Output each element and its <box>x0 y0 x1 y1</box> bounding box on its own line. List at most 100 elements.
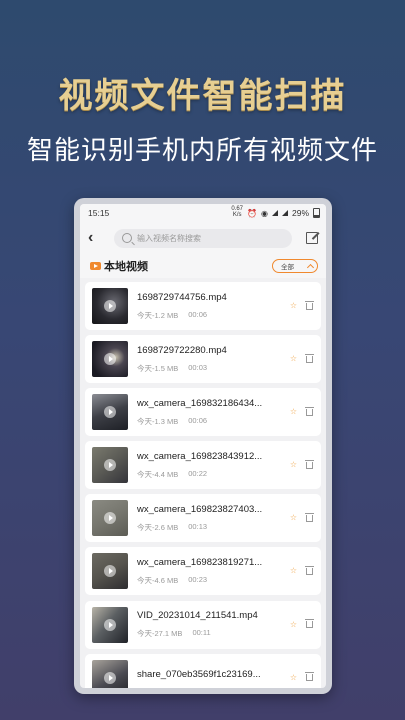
video-name: share_070eb3569f1c23169... <box>137 668 261 680</box>
video-size: 今天-4.4 MB <box>137 469 179 479</box>
video-duration: 00:11 <box>192 628 211 638</box>
promo-subtitle: 智能识别手机内所有视频文件 <box>26 135 378 165</box>
play-icon <box>104 512 116 525</box>
play-icon <box>104 353 116 366</box>
video-size: 今天-27.1 MB <box>137 629 183 639</box>
battery-level: 29% <box>291 208 309 218</box>
promo-title: 视频文件智能扫描 <box>58 76 347 116</box>
edit-icon[interactable] <box>306 232 318 244</box>
video-size: 今天-2.6 MB <box>137 522 179 532</box>
video-thumbnail[interactable] <box>92 447 128 484</box>
play-icon <box>104 459 116 472</box>
app-screen: 15:15 0.67 K/s ⏰ ◉ 29% ‹ 输入视频名称搜索 本地视频 全… <box>80 204 326 688</box>
video-size: 今天-1.3 MB <box>137 416 179 426</box>
video-thumbnail[interactable] <box>92 341 128 378</box>
video-name: wx_camera_169823843912... <box>137 450 263 462</box>
signal-icon <box>271 210 278 216</box>
video-actions: ☆ <box>290 672 314 682</box>
video-duration: 00:06 <box>188 309 208 319</box>
video-thumbnail[interactable] <box>92 288 128 324</box>
signal-icon-2 <box>281 210 288 216</box>
video-name: 1698729744756.mp4 <box>137 291 227 303</box>
video-info: 1698729744756.mp4 今天-1.2 MB 00:06 <box>137 292 284 321</box>
video-info: share_070eb3569f1c23169... <box>137 669 284 687</box>
video-thumbnail[interactable] <box>92 659 128 688</box>
video-actions: ☆ <box>290 512 314 522</box>
video-list: 1698729744756.mp4 今天-1.2 MB 00:06 ☆ 16987… <box>80 278 326 688</box>
star-icon[interactable]: ☆ <box>290 408 297 416</box>
wifi-icon: ◉ <box>261 208 268 218</box>
video-meta: 今天-4.4 MB 00:22 <box>137 469 284 480</box>
battery-icon <box>313 208 320 218</box>
trash-icon[interactable] <box>305 300 314 310</box>
filter-label: 全部 <box>281 264 294 271</box>
video-item[interactable]: VID_20231014_211541.mp4 今天-27.1 MB 00:11 … <box>85 600 321 649</box>
video-thumbnail[interactable] <box>92 500 128 537</box>
video-item[interactable]: wx_camera_169832186434... 今天-1.3 MB 00:06… <box>85 388 321 437</box>
video-item[interactable]: share_070eb3569f1c23169... ☆ <box>85 653 321 688</box>
video-size: 今天-1.2 MB <box>137 310 179 320</box>
video-actions: ☆ <box>290 300 314 310</box>
search-icon <box>122 233 132 243</box>
star-icon[interactable]: ☆ <box>290 673 297 682</box>
video-name: VID_20231014_211541.mp4 <box>137 610 258 622</box>
video-icon <box>90 262 101 270</box>
video-info: wx_camera_169823843912... 今天-4.4 MB 00:22 <box>137 451 284 480</box>
trash-icon[interactable] <box>305 459 314 469</box>
video-item[interactable]: wx_camera_169823819271... 今天-4.6 MB 00:23… <box>85 547 321 596</box>
video-name: wx_camera_169823819271... <box>137 556 263 568</box>
trash-icon[interactable] <box>305 672 314 682</box>
star-icon[interactable]: ☆ <box>290 620 297 629</box>
video-info: 1698729722280.mp4 今天-1.5 MB 00:03 <box>137 345 284 374</box>
video-thumbnail[interactable] <box>92 394 128 431</box>
trash-icon[interactable] <box>305 512 314 522</box>
video-thumbnail[interactable] <box>92 553 128 590</box>
video-meta: 今天-1.3 MB 00:06 <box>137 416 284 427</box>
trash-icon[interactable] <box>305 565 314 575</box>
video-info: wx_camera_169832186434... 今天-1.3 MB 00:06 <box>137 398 284 427</box>
play-icon <box>104 300 116 312</box>
play-icon <box>104 565 116 578</box>
video-item[interactable]: wx_camera_169823843912... 今天-4.4 MB 00:22… <box>85 441 321 490</box>
status-icons: 0.67 K/s ⏰ ◉ 29% <box>231 206 320 219</box>
video-duration: 00:22 <box>188 468 208 478</box>
back-arrow-icon[interactable]: ‹ <box>88 230 100 246</box>
video-info: VID_20231014_211541.mp4 今天-27.1 MB 00:11 <box>137 610 284 639</box>
video-actions: ☆ <box>290 459 314 469</box>
section-title: 本地视频 <box>104 261 148 273</box>
search-placeholder: 输入视频名称搜索 <box>137 233 201 243</box>
star-icon[interactable]: ☆ <box>290 514 297 522</box>
video-item[interactable]: 1698729744756.mp4 今天-1.2 MB 00:06 ☆ <box>85 282 321 330</box>
video-actions: ☆ <box>290 619 314 629</box>
section-header: 本地视频 全部 <box>80 254 326 278</box>
video-thumbnail[interactable] <box>92 606 128 643</box>
trash-icon[interactable] <box>305 619 314 629</box>
video-actions: ☆ <box>290 353 314 363</box>
video-actions: ☆ <box>290 565 314 575</box>
play-icon <box>104 618 116 631</box>
star-icon[interactable]: ☆ <box>290 302 297 310</box>
status-bar: 15:15 0.67 K/s ⏰ ◉ 29% <box>80 204 326 222</box>
video-duration: 00:23 <box>188 574 208 584</box>
video-name: wx_camera_169823827403... <box>137 503 263 515</box>
video-meta: 今天-1.2 MB 00:06 <box>137 310 284 321</box>
network-speed: 0.67 K/s <box>231 206 243 218</box>
video-meta: 今天-2.6 MB 00:13 <box>137 522 284 533</box>
trash-icon[interactable] <box>305 406 314 416</box>
search-input[interactable]: 输入视频名称搜索 <box>114 228 292 248</box>
video-item[interactable]: wx_camera_169823827403... 今天-2.6 MB 00:13… <box>85 494 321 543</box>
video-duration: 00:06 <box>188 415 208 425</box>
filter-dropdown[interactable]: 全部 <box>272 259 318 273</box>
video-item[interactable]: 1698729722280.mp4 今天-1.5 MB 00:03 ☆ <box>85 335 321 384</box>
trash-icon[interactable] <box>305 353 314 363</box>
video-info: wx_camera_169823827403... 今天-2.6 MB 00:13 <box>137 504 284 533</box>
video-duration: 00:03 <box>188 362 208 372</box>
star-icon[interactable]: ☆ <box>290 461 297 469</box>
chevron-up-icon <box>306 263 315 272</box>
star-icon[interactable]: ☆ <box>290 355 297 363</box>
video-meta: 今天-1.5 MB 00:03 <box>137 363 284 374</box>
video-size: 今天-1.5 MB <box>137 363 179 373</box>
star-icon[interactable]: ☆ <box>290 567 297 575</box>
phone-frame: 15:15 0.67 K/s ⏰ ◉ 29% ‹ 输入视频名称搜索 本地视频 全… <box>74 198 332 694</box>
video-meta: 今天-27.1 MB 00:11 <box>137 628 284 639</box>
